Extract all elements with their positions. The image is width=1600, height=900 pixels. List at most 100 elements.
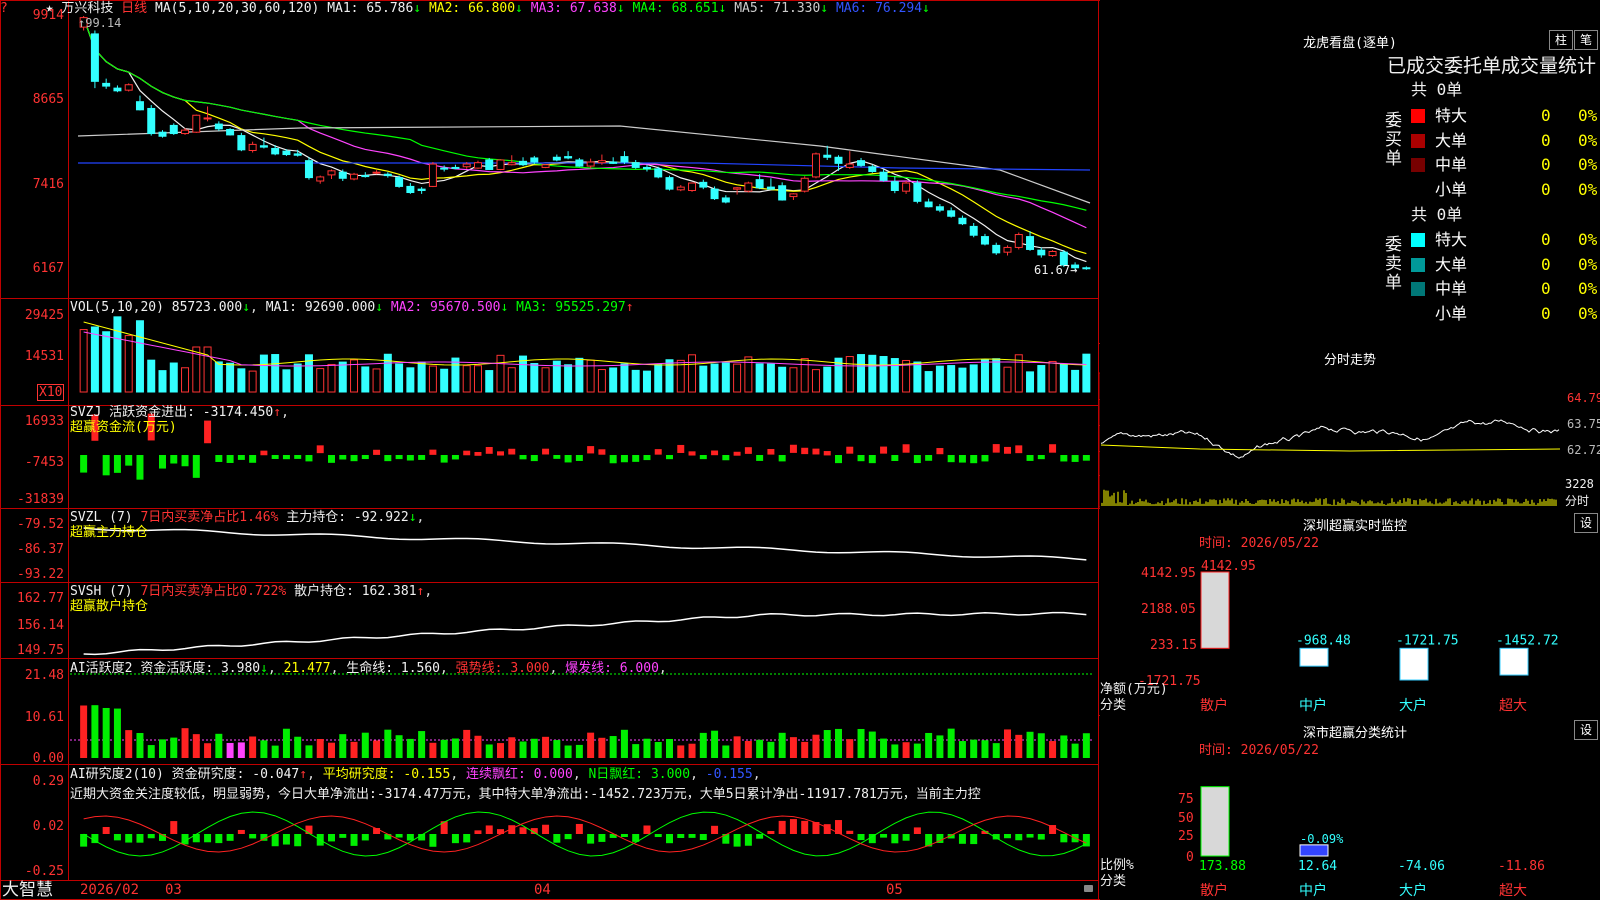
- ai-active-bar: [812, 734, 820, 758]
- sz-monitor-tick-3: 233.15: [1150, 638, 1197, 653]
- ai-active-bar: [192, 734, 200, 758]
- svzj-bar: [542, 448, 550, 455]
- volume-bar: [766, 363, 775, 393]
- svzj-bar: [620, 455, 628, 463]
- sz-class-title: 深市超赢分类统计: [1302, 726, 1407, 741]
- sz-class-value-1: 173.88: [1199, 859, 1246, 874]
- volume-bar: [338, 361, 347, 393]
- sz-class-bar-1: [1200, 786, 1230, 857]
- low-mark: 61.67→: [1034, 263, 1078, 277]
- svzj-bar: [1049, 444, 1057, 453]
- volume-bar: [169, 362, 178, 393]
- high-mark: ↑99.14: [78, 16, 122, 30]
- ai-active-bar: [958, 741, 966, 758]
- vol-header: VOL(5,10,20) 85723.000↓, MA1: 92690.000↓…: [70, 300, 634, 315]
- volume-bar: [609, 367, 618, 393]
- candle-body: [372, 171, 381, 174]
- sell-row-pct-1: 0%: [1578, 230, 1598, 249]
- ai-active-bar: [947, 728, 955, 758]
- sz-class-pct-label: -0.09%: [1300, 832, 1344, 846]
- svzj-bar: [857, 455, 865, 462]
- svzj-bar: [958, 455, 966, 463]
- ma4-line: [83, 17, 1087, 211]
- svzj-bar: [204, 420, 212, 444]
- ai-active-tick-3: 0.00: [32, 751, 64, 766]
- svsh-tick-1: 162.77: [17, 591, 64, 606]
- ai-active-bar: [170, 737, 178, 758]
- ai-research-bar: [226, 834, 234, 841]
- sz-class-settings-button[interactable]: 设: [1574, 720, 1598, 740]
- candle-body: [271, 147, 280, 155]
- ai-research-bar: [271, 834, 279, 847]
- volume-bar: [383, 353, 392, 393]
- ai-research-bar: [294, 834, 302, 847]
- ai-research-bar: [587, 834, 595, 844]
- svsh-tick-3: 149.75: [17, 643, 64, 658]
- volume-bar: [721, 362, 730, 393]
- candle-body: [1037, 249, 1046, 256]
- sell-side-label: 委卖单: [1385, 235, 1402, 293]
- ai-research-bar: [395, 834, 403, 838]
- buy-row-swatch-1: [1411, 109, 1425, 123]
- candle-body: [597, 160, 606, 164]
- candle-body: [417, 188, 426, 191]
- ai-research-bar: [1026, 834, 1034, 838]
- ai-active-bar: [147, 745, 155, 758]
- ai-active-bar: [902, 742, 910, 758]
- candle-body: [293, 153, 302, 156]
- ai-research-line-1: [83, 811, 1087, 857]
- svzj-bar: [835, 455, 842, 464]
- ai-active-bar: [305, 745, 313, 758]
- ai-active-bar: [451, 738, 459, 758]
- ai-active-bar: [406, 738, 414, 758]
- candle-body: [485, 159, 494, 170]
- svzj-bar: [902, 444, 910, 453]
- svsh-sub: 超赢散户持仓: [70, 599, 149, 614]
- candle-body: [192, 114, 201, 133]
- svzj-bar: [508, 448, 516, 455]
- lock-icon[interactable]: [1084, 885, 1093, 892]
- ai-active-bar: [666, 738, 673, 758]
- ai-active-bar: [925, 732, 933, 758]
- ai-research-bar: [147, 834, 155, 839]
- volume-bar: [113, 316, 122, 393]
- ai-active-bar: [80, 705, 88, 758]
- main-chart-area[interactable]: [0, 0, 1100, 900]
- ai-research-bar: [913, 827, 921, 834]
- candle-body: [440, 167, 449, 170]
- bar-mode-button[interactable]: 柱: [1549, 30, 1573, 50]
- ai-active-bar: [801, 741, 809, 758]
- ai-active-bar: [913, 743, 921, 758]
- sz-monitor-settings-button[interactable]: 设: [1574, 513, 1598, 533]
- sell-row-count-4: 0: [1541, 303, 1551, 323]
- ai-active-bar: [553, 740, 561, 758]
- ai-active-tick-1: 21.48: [24, 668, 64, 683]
- tick-mode-button[interactable]: 笔: [1574, 30, 1598, 50]
- svsh-line: [83, 611, 1087, 656]
- date-label-4: 05: [886, 882, 903, 898]
- ai-active-bar: [609, 736, 617, 758]
- candle-body: [1026, 236, 1035, 250]
- svzj-bar: [373, 449, 381, 455]
- ai-active-bar: [868, 731, 876, 758]
- buy-row-name-3: 中单: [1435, 155, 1468, 174]
- candle-body: [316, 176, 325, 182]
- svsh-tick-2: 156.14: [17, 618, 64, 633]
- ma-legend-item-6: MA6: 76.294↓: [828, 1, 930, 16]
- sz-monitor-category-1: 散户: [1200, 697, 1228, 714]
- period-label[interactable]: 日线: [121, 1, 147, 16]
- ai-research-bar: [880, 834, 888, 838]
- sz-monitor-bar-4: [1499, 647, 1529, 676]
- ai-active-bar: [237, 742, 245, 758]
- volume-bar: [811, 369, 820, 393]
- candle-body: [913, 182, 922, 202]
- ai-active-bar: [587, 732, 595, 758]
- ai-research-bar: [1004, 834, 1011, 839]
- svzl-tick-2: -86.37: [17, 542, 64, 557]
- sz-monitor-value-1: 4142.95: [1201, 559, 1256, 574]
- candle-body: [248, 143, 257, 151]
- ai-research-bar: [282, 834, 290, 845]
- chart-canvas[interactable]: [0, 0, 1100, 900]
- candle-body: [733, 187, 742, 190]
- sz-class-tick-3: 25: [1178, 829, 1194, 844]
